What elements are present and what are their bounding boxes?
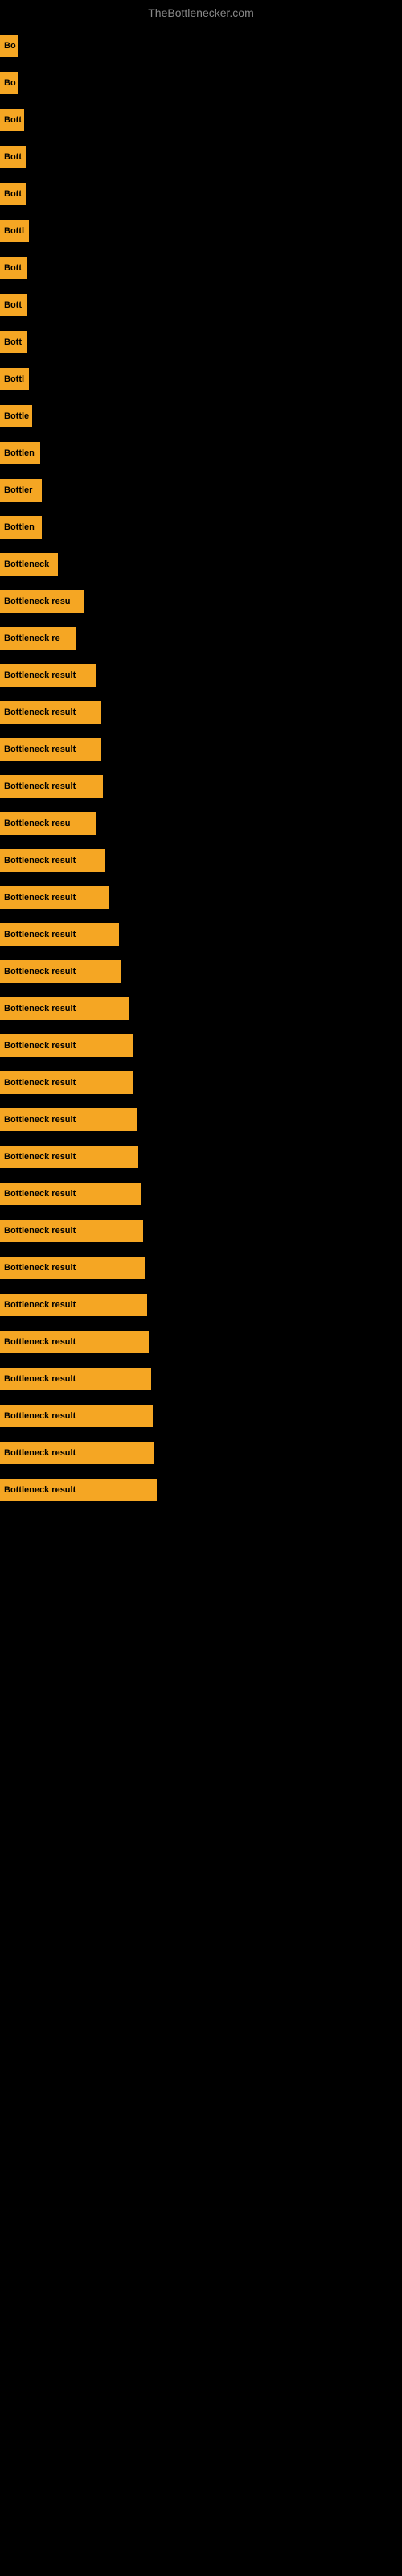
bar-label: Bottl [0,220,29,242]
list-item: Bottleneck result [0,660,402,691]
list-item: Bottleneck result [0,882,402,913]
list-item: Bottlen [0,512,402,543]
list-item: Bott [0,105,402,135]
bar-label: Bottle [0,405,32,427]
list-item: Bottleneck result [0,1030,402,1061]
bar-label: Bottleneck result [0,1405,153,1427]
list-item: Bottleneck result [0,734,402,765]
bar-label: Bo [0,35,18,57]
list-item: Bottleneck result [0,1401,402,1431]
bar-label: Bottleneck result [0,1331,149,1353]
bar-label: Bottler [0,479,42,502]
bar-label: Bott [0,109,24,131]
list-item: Bottleneck result [0,1438,402,1468]
bar-label: Bottleneck result [0,1442,154,1464]
list-item: Bottleneck result [0,1327,402,1357]
bar-label: Bottleneck resu [0,812,96,835]
bar-label: Bottleneck result [0,849,105,872]
bar-label: Bott [0,257,27,279]
list-item: Bottleneck result [0,771,402,802]
bars-container: Bo Bo Bott Bott Bott Bottl Bott Bott Bott Bottl Bo… [0,23,402,1520]
list-item: Bottleneck result [0,1475,402,1505]
list-item: Bottleneck result [0,1253,402,1283]
list-item: Bott [0,179,402,209]
bar-label: Bottleneck [0,553,58,576]
bar-label: Bottleneck result [0,1220,143,1242]
list-item: Bottleneck result [0,1216,402,1246]
bar-label: Bottleneck result [0,923,119,946]
list-item: Bottl [0,216,402,246]
bar-label: Bottleneck result [0,886,109,909]
list-item: Bottleneck result [0,1290,402,1320]
bar-label: Bottleneck result [0,1479,157,1501]
bar-label: Bottleneck result [0,1071,133,1094]
bar-label: Bottleneck result [0,1034,133,1057]
bar-label: Bottleneck result [0,1146,138,1168]
bar-label: Bottleneck result [0,960,121,983]
bar-label: Bottleneck result [0,664,96,687]
list-item: Bo [0,31,402,61]
list-item: Bott [0,142,402,172]
list-item: Bottleneck resu [0,586,402,617]
site-title: TheBottlenecker.com [0,0,402,23]
bar-label: Bott [0,146,26,168]
list-item: Bottle [0,401,402,431]
list-item: Bottleneck re [0,623,402,654]
list-item: Bottleneck result [0,845,402,876]
bar-label: Bottleneck result [0,738,100,761]
bar-label: Bott [0,331,27,353]
list-item: Bo [0,68,402,98]
bar-label: Bottlen [0,442,40,464]
bar-label: Bottleneck result [0,1257,145,1279]
list-item: Bottleneck result [0,956,402,987]
list-item: Bottleneck result [0,1141,402,1172]
bar-label: Bottleneck re [0,627,76,650]
list-item: Bott [0,290,402,320]
list-item: Bottleneck [0,549,402,580]
bar-label: Bottleneck result [0,1294,147,1316]
list-item: Bott [0,253,402,283]
list-item: Bottl [0,364,402,394]
bar-label: Bottleneck result [0,997,129,1020]
list-item: Bottleneck result [0,1364,402,1394]
bar-label: Bott [0,294,27,316]
list-item: Bottleneck resu [0,808,402,839]
list-item: Bottleneck result [0,919,402,950]
bar-label: Bottleneck result [0,1108,137,1131]
bar-label: Bo [0,72,18,94]
list-item: Bottleneck result [0,1104,402,1135]
list-item: Bottleneck result [0,1067,402,1098]
bar-label: Bottleneck result [0,1183,141,1205]
list-item: Bottleneck result [0,697,402,728]
bar-label: Bottleneck resu [0,590,84,613]
list-item: Bott [0,327,402,357]
bar-label: Bott [0,183,26,205]
bar-label: Bottlen [0,516,42,539]
list-item: Bottleneck result [0,993,402,1024]
list-item: Bottlen [0,438,402,469]
bar-label: Bottleneck result [0,775,103,798]
bar-label: Bottleneck result [0,701,100,724]
list-item: Bottler [0,475,402,506]
bar-label: Bottleneck result [0,1368,151,1390]
list-item: Bottleneck result [0,1179,402,1209]
bar-label: Bottl [0,368,29,390]
